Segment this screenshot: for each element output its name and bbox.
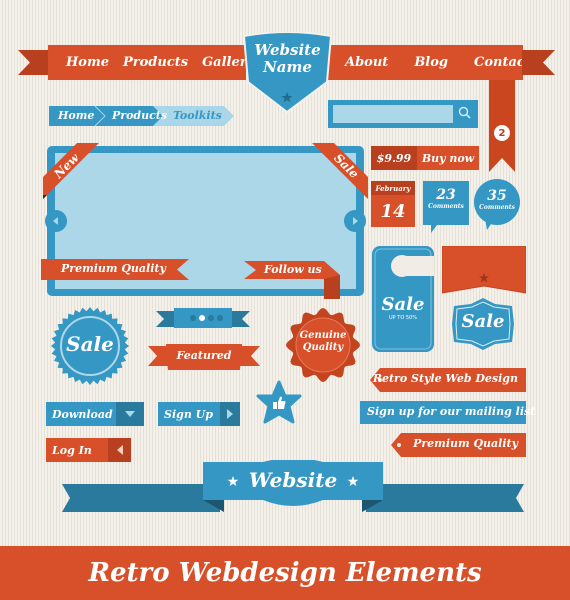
breadcrumb-products[interactable]: Products: [112, 109, 167, 122]
pager-dot[interactable]: [190, 315, 196, 321]
tag-retro-style: Retro Style Web Design: [370, 368, 526, 392]
tag-premium-quality: Premium Quality: [391, 433, 526, 457]
buy-now-button[interactable]: Buy now: [417, 146, 479, 170]
comments-bubble-square[interactable]: 23 Comments: [423, 181, 469, 233]
nav-item-about[interactable]: About: [345, 55, 388, 70]
price-tag: $9.99: [371, 146, 417, 170]
door-hanger-subtitle: UP TO 50%: [389, 315, 417, 321]
price-amount: $9.99: [376, 151, 412, 165]
comments-circle-label: Comments: [479, 204, 515, 211]
nav-bar-left: Home Products Gallery: [48, 45, 254, 80]
arrow-right-icon: [353, 217, 358, 225]
comments-square-label: Comments: [428, 203, 464, 210]
featured-ribbon: Featured: [148, 344, 260, 370]
footer-banner: Retro Webdesign Elements: [0, 546, 570, 600]
search-icon[interactable]: [458, 106, 472, 120]
nav-item-products[interactable]: Products: [123, 55, 188, 70]
search-input[interactable]: [333, 105, 453, 123]
download-button[interactable]: Download: [46, 402, 144, 426]
arrow-left-icon: [53, 217, 58, 225]
pager-dot[interactable]: [217, 315, 223, 321]
corner-ribbon-sale: Sale: [312, 143, 368, 199]
sale-badge-round-label: Sale: [66, 332, 114, 356]
frame-next-button[interactable]: [344, 210, 366, 232]
seal-line1: Genuine: [299, 330, 347, 341]
comments-circle-count: 35: [487, 188, 507, 204]
breadcrumb: Home Products Toolkits: [49, 106, 235, 126]
tag-retro-style-label: Retro Style Web Design: [372, 372, 518, 385]
seal-line2: Quality: [302, 342, 344, 353]
log-in-button[interactable]: Log In: [46, 438, 131, 462]
featured-ribbon-label: Featured: [176, 349, 232, 362]
logo-text-line2: Name: [263, 58, 312, 76]
calendar-day: 14: [380, 200, 406, 222]
sale-badge-shield-label: Sale: [461, 311, 505, 332]
pager-dot-active[interactable]: [199, 315, 205, 321]
pager-dot[interactable]: [208, 315, 214, 321]
breadcrumb-home[interactable]: Home: [58, 109, 94, 122]
ribbon-follow-us[interactable]: Follow us: [244, 261, 346, 299]
orange-banner-flag: [442, 246, 526, 294]
logo-shield[interactable]: Website Name: [240, 32, 335, 114]
search-box: [328, 100, 478, 128]
comments-bubble-circle[interactable]: 35 Comments: [473, 178, 521, 232]
footer-title: Retro Webdesign Elements: [88, 558, 482, 588]
sale-badge-round: Sale: [50, 306, 130, 386]
calendar-month: February: [375, 183, 411, 193]
tag-mailing-list-label: Sign up for our mailing list: [367, 405, 536, 418]
frame-prev-button[interactable]: [45, 210, 67, 232]
tag-mailing-list[interactable]: Sign up for our mailing list: [360, 401, 535, 424]
comments-square-count: 23: [436, 187, 456, 203]
website-ribbon-label: Website: [248, 468, 338, 492]
buy-now-label: Buy now: [421, 151, 475, 165]
chevron-down-icon: [116, 402, 144, 426]
sign-up-button[interactable]: Sign Up: [158, 402, 240, 426]
logo-text-line1: Website: [254, 41, 321, 59]
nav-ribbon-left-tail: [18, 50, 50, 75]
ribbon-follow-us-label: Follow us: [264, 263, 322, 276]
door-hanger-title: Sale: [381, 294, 425, 315]
log-in-button-label: Log In: [46, 438, 108, 462]
calendar-badge: February 14: [371, 181, 415, 227]
sale-badge-shield: Sale: [450, 297, 516, 351]
website-ribbon: Website: [60, 460, 526, 526]
nav-ribbon-right-tail: [522, 50, 555, 75]
chevron-right-icon: [220, 402, 240, 426]
like-star-button[interactable]: [256, 380, 302, 426]
tag-premium-quality-label: Premium Quality: [413, 437, 518, 450]
ribbon-premium-quality-label: Premium Quality: [61, 262, 166, 275]
bookmark-badge-count: 2: [498, 127, 506, 139]
pager-ribbon: [156, 308, 250, 330]
download-button-label: Download: [46, 402, 116, 426]
nav-item-home[interactable]: Home: [66, 55, 109, 70]
door-hanger-sale: Sale UP TO 50%: [372, 246, 434, 352]
nav-item-blog[interactable]: Blog: [414, 55, 448, 70]
breadcrumb-toolkits[interactable]: Toolkits: [173, 109, 222, 122]
genuine-quality-seal: Genuine Quality: [284, 306, 362, 384]
corner-ribbon-new: New: [43, 143, 99, 199]
chevron-left-icon: [108, 438, 131, 462]
sign-up-button-label: Sign Up: [158, 402, 220, 426]
bookmark-badge: 2: [494, 125, 510, 141]
nav-bar-right: About Blog Contact: [327, 45, 531, 80]
pager-dots: [190, 315, 223, 321]
ribbon-premium-quality: Premium Quality: [41, 259, 189, 280]
